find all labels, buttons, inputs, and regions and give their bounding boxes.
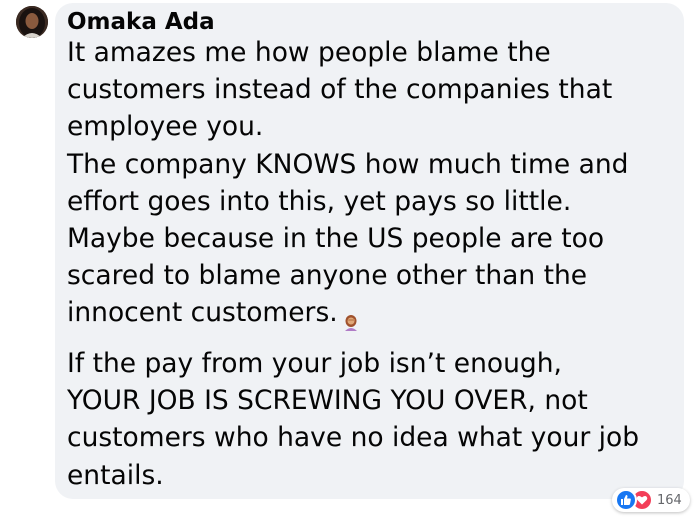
author-name[interactable]: Omaka Ada [67,7,215,37]
comment-line: scared to blame anyone other than the [67,260,588,292]
comment-bubble: Omaka Ada It amazes me how people blame … [55,3,684,499]
comment-line: effort goes into this, yet pays so littl… [67,185,572,217]
comment-line: The company KNOWS how much time and [67,148,629,180]
comment-line: entails. [67,459,164,491]
comment-line-with-emoji: innocent customers. [67,294,679,331]
comment-line: customers who have no idea what your job [67,422,640,454]
comment-line: YOUR JOB IS SCREWING YOU OVER, not [67,385,588,417]
comment-line: It amazes me how people blame the [67,37,551,68]
comment-paragraph-1: It amazes me how people blame the custom… [67,34,679,332]
comment-line: Maybe because in the US people are too [67,223,605,255]
reactions-summary[interactable]: 164 [612,488,690,512]
woman-facepalming-emoji-icon [344,304,358,331]
comment-line: If the pay from your job isn’t enough, [67,348,562,379]
reaction-count: 164 [657,492,682,508]
comment-line: customers instead of the companies that [67,74,613,106]
comment-line-text: innocent customers. [67,297,338,329]
comment: Omaka Ada It amazes me how people blame … [0,0,700,518]
avatar[interactable] [16,6,48,38]
like-icon [615,489,637,511]
comment-paragraph-2: If the pay from your job isn’t enough, Y… [67,345,679,494]
comment-line: employee you. [67,111,264,143]
